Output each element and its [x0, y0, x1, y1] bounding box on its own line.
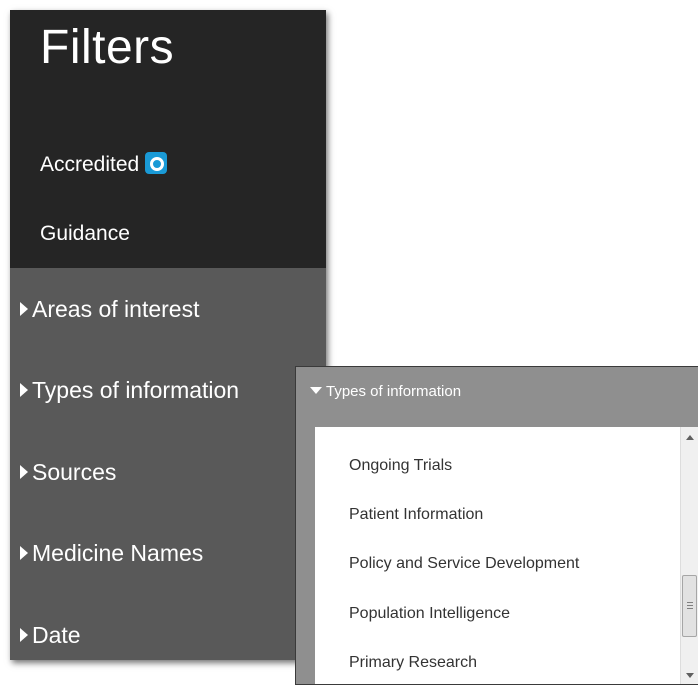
facet-types-of-information[interactable]: Types of information	[20, 377, 239, 404]
expand-arrow-icon	[20, 628, 28, 642]
facet-medicine-names[interactable]: Medicine Names	[20, 540, 203, 567]
collapse-arrow-icon	[310, 387, 322, 394]
scroll-up-icon[interactable]	[686, 435, 694, 440]
list-item[interactable]: Population Intelligence	[349, 605, 510, 623]
list-item[interactable]: Policy and Service Development	[349, 555, 579, 573]
expand-arrow-icon	[20, 465, 28, 479]
accredited-badge-icon	[145, 152, 168, 174]
facet-date[interactable]: Date	[20, 622, 81, 649]
grip-line	[687, 608, 693, 609]
facet-label: Types of information	[32, 377, 240, 403]
filters-header-panel: Filters Accredited Guidance	[10, 10, 326, 268]
scroll-down-icon[interactable]	[686, 673, 694, 678]
grip-line	[687, 605, 693, 606]
expand-arrow-icon	[20, 383, 28, 397]
grip-line	[687, 602, 693, 603]
filter-accredited[interactable]: Accredited	[40, 152, 168, 177]
popup-header[interactable]: Types of information	[310, 383, 461, 400]
list-item[interactable]: Patient Information	[349, 506, 483, 524]
vertical-scrollbar[interactable]	[680, 427, 698, 684]
list-item[interactable]: Primary Research	[349, 654, 477, 672]
facet-areas-of-interest[interactable]: Areas of interest	[20, 296, 199, 323]
facet-label: Date	[32, 622, 81, 648]
facet-label: Areas of interest	[32, 296, 200, 322]
filter-accredited-label: Accredited	[40, 153, 140, 176]
scrollbar-thumb[interactable]	[682, 575, 697, 637]
facet-label: Medicine Names	[32, 540, 204, 566]
list-item[interactable]: Ongoing Trials	[349, 457, 452, 475]
facet-sources[interactable]: Sources	[20, 459, 116, 486]
types-of-information-popup: Types of information Ongoing Trials Pati…	[295, 366, 698, 685]
popup-header-label: Types of information	[326, 383, 462, 400]
filter-guidance[interactable]: Guidance	[40, 222, 130, 246]
filter-guidance-label: Guidance	[40, 222, 130, 245]
expand-arrow-icon	[20, 546, 28, 560]
types-list: Ongoing Trials Patient Information Polic…	[315, 427, 698, 684]
filters-title: Filters	[40, 21, 175, 74]
expand-arrow-icon	[20, 302, 28, 316]
facet-label: Sources	[32, 459, 117, 485]
filters-sidebar: Filters Accredited Guidance Areas of int…	[10, 10, 326, 660]
